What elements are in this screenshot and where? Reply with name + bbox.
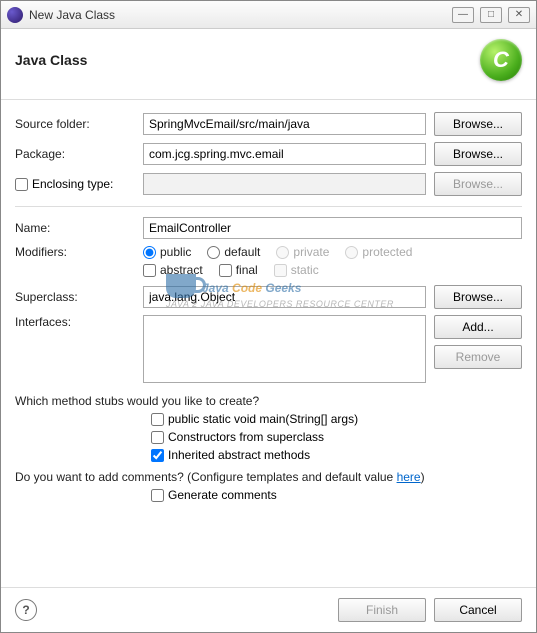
interfaces-add-button[interactable]: Add...	[434, 315, 522, 339]
modifier-abstract[interactable]: abstract	[143, 263, 203, 277]
modifier-static: static	[274, 263, 319, 277]
help-button[interactable]: ?	[15, 599, 37, 621]
titlebar: New Java Class — □ ✕	[1, 1, 536, 29]
checkbox-generate-comments[interactable]	[151, 489, 164, 502]
enclosing-type-input	[143, 173, 426, 195]
enclosing-type-checkbox[interactable]	[15, 178, 28, 191]
close-button[interactable]: ✕	[508, 7, 530, 23]
source-folder-label: Source folder:	[15, 117, 135, 131]
comments-question: Do you want to add comments? (Configure …	[15, 470, 522, 484]
enclosing-type-label: Enclosing type:	[32, 177, 113, 191]
eclipse-icon	[7, 7, 23, 23]
modifiers-label: Modifiers:	[15, 245, 135, 259]
minimize-button[interactable]: —	[452, 7, 474, 23]
dialog-footer: ? Finish Cancel	[1, 587, 536, 632]
stubs-question: Which method stubs would you like to cre…	[15, 394, 522, 408]
package-label: Package:	[15, 147, 135, 161]
checkbox-inherited[interactable]	[151, 449, 164, 462]
stub-constructors[interactable]: Constructors from superclass	[151, 430, 522, 444]
wizard-header: Java Class C	[1, 29, 536, 100]
radio-protected	[345, 246, 358, 259]
dialog-window: New Java Class — □ ✕ Java Class C Source…	[0, 0, 537, 633]
checkbox-main[interactable]	[151, 413, 164, 426]
interfaces-list[interactable]	[143, 315, 426, 383]
package-input[interactable]	[143, 143, 426, 165]
interfaces-label: Interfaces:	[15, 315, 135, 329]
separator	[15, 206, 522, 207]
checkbox-static	[274, 264, 287, 277]
source-folder-browse-button[interactable]: Browse...	[434, 112, 522, 136]
modifier-default[interactable]: default	[207, 245, 260, 259]
configure-templates-link[interactable]: here	[397, 470, 421, 484]
stub-inherited[interactable]: Inherited abstract methods	[151, 448, 522, 462]
interfaces-remove-button: Remove	[434, 345, 522, 369]
modifier-private: private	[276, 245, 329, 259]
modifier-protected: protected	[345, 245, 412, 259]
enclosing-type-browse-button: Browse...	[434, 172, 522, 196]
source-folder-input[interactable]	[143, 113, 426, 135]
checkbox-final[interactable]	[219, 264, 232, 277]
modifier-public[interactable]: public	[143, 245, 191, 259]
name-label: Name:	[15, 221, 135, 235]
superclass-label: Superclass:	[15, 290, 135, 304]
superclass-input[interactable]	[143, 286, 426, 308]
cancel-button[interactable]: Cancel	[434, 598, 522, 622]
page-title: Java Class	[15, 52, 480, 68]
modifier-final[interactable]: final	[219, 263, 258, 277]
stub-main[interactable]: public static void main(String[] args)	[151, 412, 522, 426]
checkbox-abstract[interactable]	[143, 264, 156, 277]
checkbox-constructors[interactable]	[151, 431, 164, 444]
package-browse-button[interactable]: Browse...	[434, 142, 522, 166]
maximize-button[interactable]: □	[480, 7, 502, 23]
radio-default[interactable]	[207, 246, 220, 259]
window-title: New Java Class	[29, 8, 452, 22]
radio-private	[276, 246, 289, 259]
class-icon: C	[480, 39, 522, 81]
name-input[interactable]	[143, 217, 522, 239]
superclass-browse-button[interactable]: Browse...	[434, 285, 522, 309]
finish-button[interactable]: Finish	[338, 598, 426, 622]
generate-comments[interactable]: Generate comments	[151, 488, 522, 502]
radio-public[interactable]	[143, 246, 156, 259]
